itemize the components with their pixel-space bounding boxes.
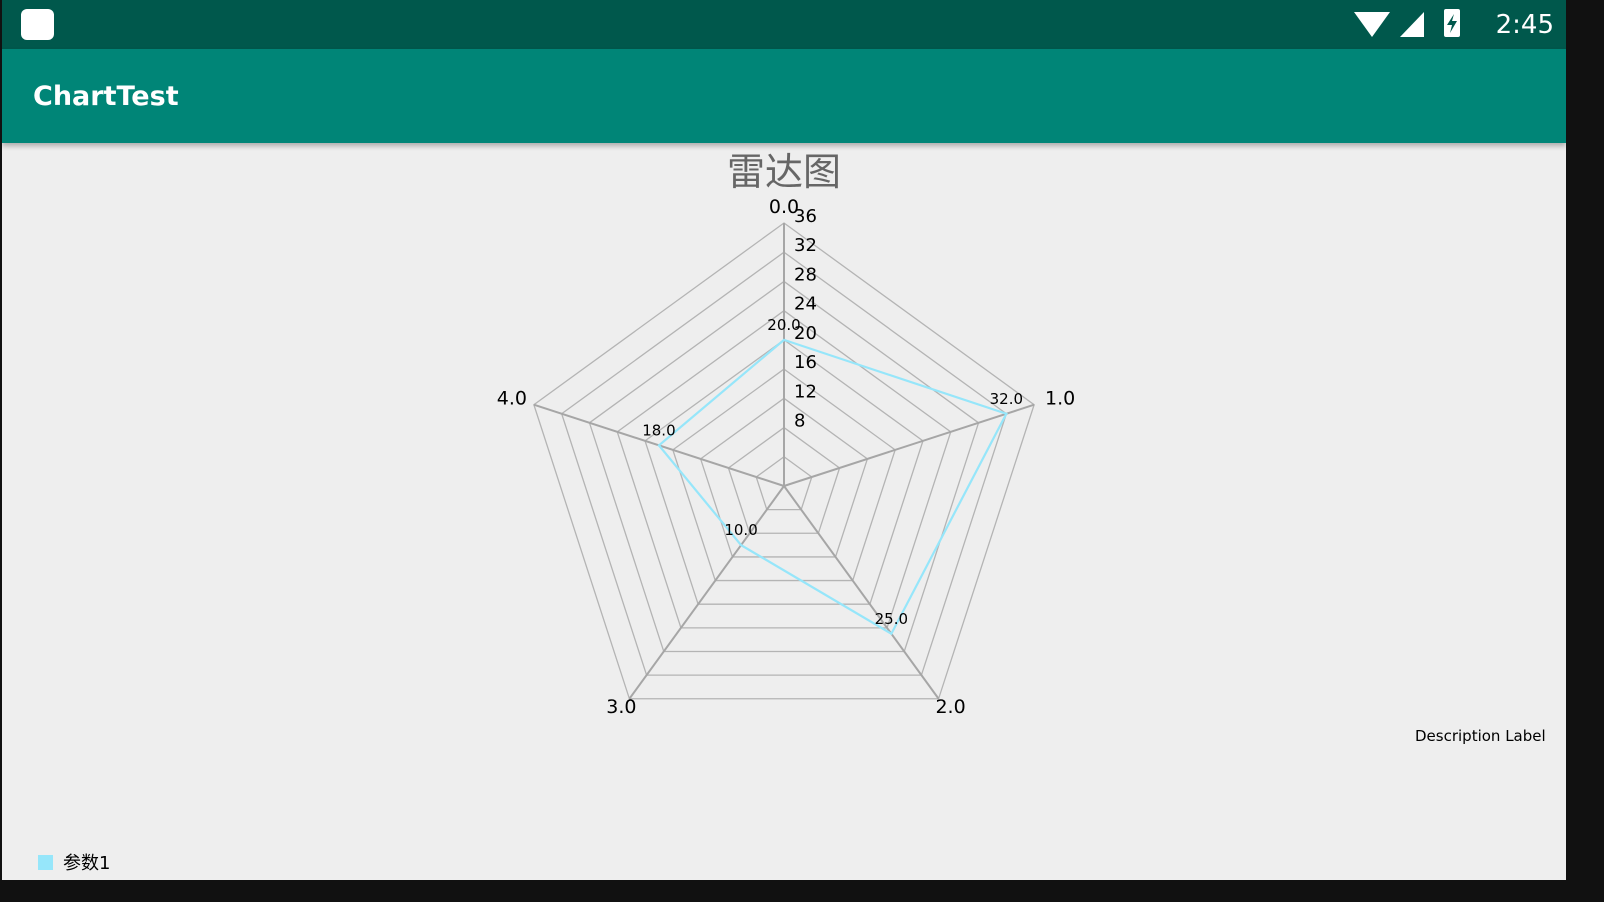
notification-icon [21, 9, 54, 40]
grid-spoke [628, 485, 785, 700]
radial-tick-label: 32 [794, 235, 817, 256]
signal-icon [1400, 12, 1424, 37]
clock: 2:45 [1495, 10, 1554, 40]
legend-label: 参数1 [63, 853, 111, 874]
system-icons [1354, 9, 1460, 37]
screen: 2:45 ChartTest 雷达图 20.0 32.0 25.0 10.0 18.0 8 1… [2, 0, 1566, 880]
wifi-icon [1354, 12, 1390, 37]
grid-spoke [783, 485, 940, 700]
data-label: 32.0 [990, 390, 1023, 408]
app-title: ChartTest [33, 81, 179, 112]
axis-label: 3.0 [606, 696, 636, 718]
chart-title: 雷达图 [727, 150, 841, 194]
radial-tick-label: 16 [794, 352, 817, 373]
data-label: 10.0 [724, 521, 757, 539]
axis-label: 1.0 [1045, 388, 1075, 410]
radial-tick-label: 12 [794, 381, 817, 402]
chart-description: Description Label [1415, 727, 1546, 745]
radial-tick-label: 24 [794, 294, 817, 315]
app-bar: ChartTest [2, 49, 1566, 143]
radial-tick-label: 28 [794, 264, 817, 285]
axis-label: 2.0 [935, 696, 965, 718]
chart-legend: 参数1 [38, 849, 110, 875]
axis-label: 4.0 [497, 388, 527, 410]
data-label: 18.0 [642, 421, 675, 439]
status-bar: 2:45 [2, 0, 1566, 49]
legend-swatch [38, 854, 53, 870]
radial-tick-label: 8 [794, 411, 805, 432]
radial-tick-label: 20 [794, 323, 817, 344]
radar-chart[interactable]: 雷达图20.032.025.010.018.0 8121620242832360.… [2, 143, 1566, 880]
data-label: 25.0 [875, 610, 908, 628]
axis-label: 0.0 [769, 196, 799, 218]
series-line [657, 338, 1008, 636]
